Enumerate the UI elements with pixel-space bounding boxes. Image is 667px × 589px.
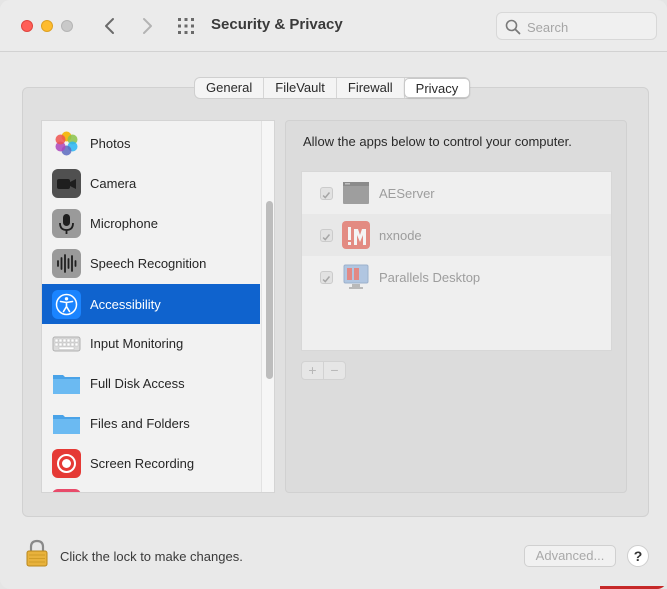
close-button[interactable] — [21, 20, 33, 32]
parallels-icon — [343, 264, 369, 289]
microphone-icon — [52, 209, 81, 238]
checkmark-icon — [322, 192, 331, 199]
system-preferences-window: Security & Privacy General FileVault Fir… — [0, 0, 667, 589]
lock-icon[interactable] — [26, 539, 48, 567]
keyboard-icon — [52, 336, 81, 352]
checkmark-icon — [322, 234, 331, 241]
tab-filevault[interactable]: FileVault — [264, 78, 337, 98]
list-item[interactable]: Parallels Desktop — [302, 256, 611, 298]
checkmark-icon — [322, 276, 331, 283]
sidebar-item-label: Files and Folders — [90, 416, 190, 431]
photos-icon — [55, 131, 78, 156]
sidebar-item-label: Full Disk Access — [90, 376, 185, 391]
sidebar-item-label: Microphone — [90, 216, 158, 231]
sidebar-item-accessibility[interactable]: Accessibility — [42, 284, 260, 324]
sidebar-item-speech-recognition[interactable]: Speech Recognition — [42, 243, 260, 283]
list-item[interactable]: nxnode — [302, 214, 611, 256]
tab-firewall[interactable]: Firewall — [337, 78, 405, 98]
remove-app-button[interactable]: − — [324, 362, 345, 379]
window-title: Security & Privacy — [211, 16, 343, 33]
pane-heading: Allow the apps below to control your com… — [303, 134, 572, 149]
allowed-apps-list: AEServer nxnode Parallels Desktop — [301, 171, 612, 351]
accessibility-icon — [52, 290, 81, 319]
app-name: nxnode — [379, 228, 422, 243]
folder-icon — [53, 375, 80, 394]
app-icon — [52, 489, 81, 492]
camera-icon — [52, 169, 81, 198]
sidebar-item-label: Screen Recording — [90, 456, 195, 471]
sidebar-item-full-disk-access[interactable]: Full Disk Access — [42, 363, 260, 403]
chevron-right-icon[interactable] — [137, 15, 157, 37]
app-checkbox[interactable] — [320, 187, 333, 200]
add-remove-control: + − — [301, 361, 346, 380]
sidebar-item-label: Speech Recognition — [90, 256, 207, 271]
sidebar-scrollbar[interactable] — [261, 121, 274, 492]
aeserver-icon — [343, 182, 369, 204]
help-button[interactable]: ? — [627, 545, 649, 567]
app-checkbox[interactable] — [320, 271, 333, 284]
app-name: AEServer — [379, 186, 435, 201]
sidebar-item-microphone[interactable]: Microphone — [42, 203, 260, 243]
sidebar-scroll-thumb[interactable] — [266, 201, 273, 379]
search-icon — [505, 19, 521, 35]
sidebar-item-photos[interactable]: Photos — [42, 123, 260, 163]
tab-privacy[interactable]: Privacy — [403, 78, 471, 98]
lock-message: Click the lock to make changes. — [60, 549, 243, 564]
privacy-category-list: Photos Camera Microphone Speech Recognit… — [41, 120, 275, 493]
search-input[interactable] — [527, 18, 652, 36]
sidebar-item-label: Accessibility — [90, 297, 161, 312]
sidebar-item-label: Camera — [90, 176, 137, 191]
minimize-button[interactable] — [41, 20, 53, 32]
show-all-grid-icon[interactable] — [177, 17, 195, 35]
tab-bar: General FileVault Firewall Privacy — [194, 77, 471, 99]
search-field[interactable] — [496, 12, 657, 40]
sidebar-item-label: Photos — [90, 136, 131, 151]
advanced-button[interactable]: Advanced... — [524, 545, 616, 567]
sidebar-item-screen-recording[interactable]: Screen Recording — [42, 443, 260, 483]
waveform-icon — [52, 249, 81, 278]
sidebar-item-partial[interactable] — [42, 483, 260, 492]
app-name: Parallels Desktop — [379, 270, 481, 285]
sidebar-item-files-and-folders[interactable]: Files and Folders — [42, 403, 260, 443]
add-app-button[interactable]: + — [302, 362, 324, 379]
chevron-left-icon[interactable] — [100, 15, 120, 37]
screen-recording-icon — [52, 449, 81, 478]
sidebar-item-label: Input Monitoring — [90, 336, 184, 351]
accessibility-detail-pane: Allow the apps below to control your com… — [285, 120, 627, 493]
list-item[interactable]: AEServer — [302, 172, 611, 214]
title-bar: Security & Privacy — [0, 0, 667, 52]
sidebar-item-input-monitoring[interactable]: Input Monitoring — [42, 323, 260, 363]
sidebar-item-camera[interactable]: Camera — [42, 163, 260, 203]
zoom-button[interactable] — [61, 20, 73, 32]
tab-general[interactable]: General — [195, 78, 265, 98]
folder-icon — [53, 415, 80, 434]
nxnode-icon — [342, 221, 370, 249]
app-checkbox[interactable] — [320, 229, 333, 242]
